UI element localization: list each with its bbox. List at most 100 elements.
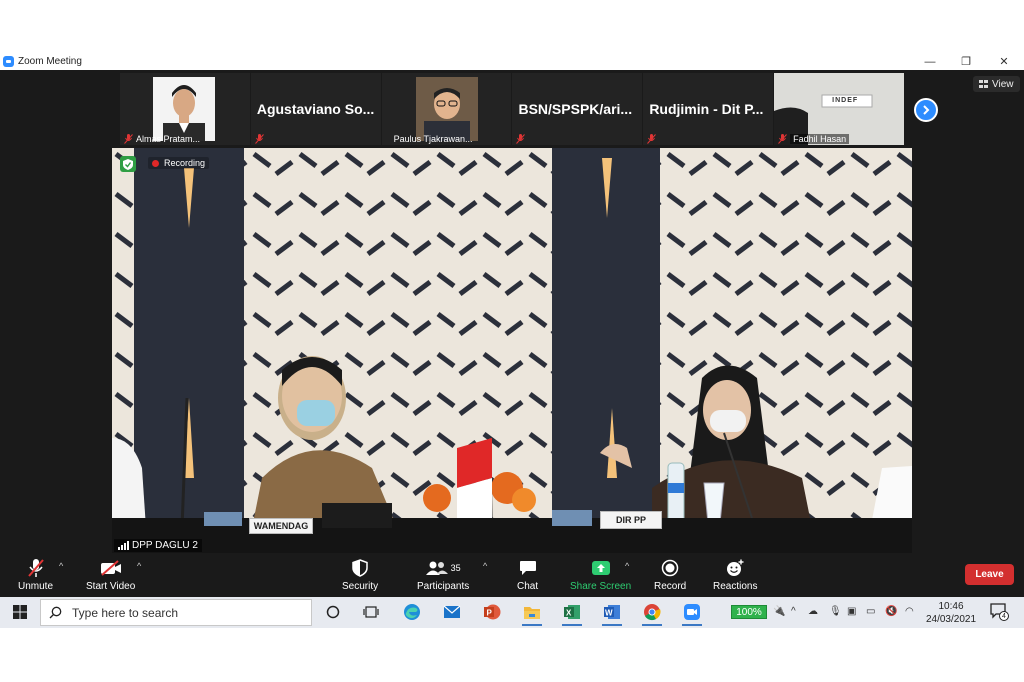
participant-photo [153, 77, 215, 141]
taskbar-clock[interactable]: 10:46 24/03/2021 [920, 600, 982, 626]
taskbar-app-excel[interactable]: X [560, 601, 584, 626]
close-button[interactable]: ✕ [985, 53, 1023, 70]
start-video-button[interactable]: Start Video [86, 557, 135, 592]
participants-options-caret-icon[interactable]: ^ [483, 561, 487, 571]
wall-sign-text: INDEF [832, 97, 859, 104]
start-video-label: Start Video [86, 581, 136, 592]
taskbar-app-edge[interactable] [400, 601, 424, 623]
participant-name-large: BSN/SPSPK/ari... [518, 101, 633, 117]
wifi-icon[interactable]: ◠ [905, 606, 914, 617]
view-label: View [992, 78, 1014, 90]
participant-gallery: Almas Pratam... Agustaviano So... Paulus… [120, 73, 904, 145]
record-dot-icon [152, 159, 159, 167]
security-button[interactable]: Security [342, 557, 378, 592]
name-placard: WAMENDAG [249, 518, 313, 534]
mic-muted-icon [124, 134, 133, 144]
share-screen-button[interactable]: Share Screen [570, 557, 631, 592]
recording-indicator[interactable]: Recording [148, 157, 210, 169]
encryption-shield-icon[interactable] [120, 156, 136, 172]
task-view-icon [363, 606, 379, 618]
zoom-meeting-area: Almas Pratam... Agustaviano So... Paulus… [0, 70, 1024, 597]
mic-muted-icon [254, 134, 264, 144]
participant-name-large: Agustaviano So... [256, 101, 375, 117]
record-label: Record [654, 581, 687, 592]
taskbar-app-powerpoint[interactable]: P [480, 601, 504, 623]
svg-text:W: W [605, 609, 613, 618]
taskbar-app-mail[interactable] [440, 601, 464, 623]
share-options-caret-icon[interactable]: ^ [625, 561, 629, 571]
participants-icon: 35 [425, 557, 461, 579]
zoom-logo-icon [3, 56, 14, 67]
participant-tile[interactable]: Rudjimin - Dit P... [643, 73, 774, 145]
reactions-button[interactable]: Reactions [713, 557, 757, 592]
powerpoint-icon: P [484, 604, 501, 620]
cortana-circle-icon [326, 605, 340, 619]
taskbar-app-chrome[interactable] [640, 601, 664, 626]
taskbar-app-zoom[interactable] [680, 601, 704, 626]
chevron-up-icon[interactable]: ^ [791, 606, 796, 617]
task-view-button[interactable] [359, 601, 383, 623]
window-title: Zoom Meeting [18, 56, 82, 67]
video-options-caret-icon[interactable]: ^ [137, 561, 141, 571]
mic-muted-icon [778, 134, 788, 144]
emoji-plus-icon [725, 557, 745, 579]
volume-muted-icon[interactable]: 🔇 [885, 606, 897, 617]
restore-button[interactable]: ❐ [947, 53, 985, 70]
share-screen-label: Share Screen [570, 581, 632, 592]
video-scene [112, 148, 912, 553]
participant-name: Fadhil Hasan [790, 134, 850, 144]
search-placeholder: Type here to search [72, 605, 179, 620]
camera-icon[interactable]: ▣ [847, 606, 856, 617]
connection-bars-icon [118, 541, 129, 550]
taskbar-app-file-explorer[interactable] [520, 601, 544, 626]
power-plug-icon[interactable]: 🔌 [773, 606, 785, 617]
chat-button[interactable]: Chat [517, 557, 538, 592]
leave-button[interactable]: Leave [965, 564, 1014, 585]
svg-text:X: X [566, 609, 572, 618]
participant-tile[interactable]: Paulus Tjakrawan... [381, 73, 512, 145]
onedrive-cloud-icon[interactable]: ☁ [808, 606, 818, 617]
minimize-button[interactable]: — [911, 53, 949, 70]
battery-icon[interactable]: ▭ [866, 606, 875, 617]
notification-center-button[interactable]: 4 [990, 603, 1009, 621]
participants-count: 35 [450, 563, 461, 573]
unmute-label: Unmute [18, 581, 54, 592]
audio-options-caret-icon[interactable]: ^ [59, 561, 63, 571]
participant-tile[interactable]: Agustaviano So... [250, 73, 381, 145]
record-button[interactable]: Record [654, 557, 686, 592]
participants-button[interactable]: 35 Participants [417, 557, 469, 592]
cortana-button[interactable] [321, 601, 345, 623]
participant-tile[interactable]: INDEF Fadhil Hasan [774, 73, 904, 145]
title-bar: Zoom Meeting — ❐ ✕ [0, 53, 1024, 70]
windows-taskbar: Type here to search P X W 100% 🔌 ^ ☁ 🎙 ▣… [0, 597, 1024, 628]
chevron-right-icon [923, 105, 930, 115]
view-button[interactable]: View [973, 76, 1020, 92]
folder-icon [524, 606, 540, 619]
participant-photo [415, 77, 478, 141]
mic-muted-icon [27, 557, 45, 579]
windows-logo-icon [13, 605, 27, 619]
unmute-button[interactable]: Unmute [18, 557, 53, 592]
mail-icon [443, 605, 461, 618]
participant-namebar [516, 134, 526, 144]
name-placard: DIR PP [600, 511, 662, 529]
microphone-icon[interactable]: 🎙 [829, 606, 842, 617]
next-page-button[interactable] [914, 98, 938, 122]
speaker-name: DPP DAGLU 2 [132, 540, 198, 551]
taskbar-app-word[interactable]: W [600, 601, 624, 626]
participant-tile[interactable]: BSN/SPSPK/ari... [512, 73, 643, 145]
grid-icon [979, 80, 988, 88]
security-label: Security [342, 581, 379, 592]
excel-icon: X [564, 605, 580, 619]
edge-browser-icon [404, 604, 420, 620]
reactions-label: Reactions [713, 581, 758, 592]
clock-time: 10:46 [938, 601, 964, 612]
participant-tile[interactable]: Almas Pratam... [120, 73, 250, 145]
video-off-icon [100, 557, 122, 579]
taskbar-search-box[interactable]: Type here to search [40, 599, 312, 626]
start-button[interactable] [8, 601, 32, 623]
main-speaker-video: Recording WAMENDAG DIR PP DPP DAGLU 2 [112, 148, 912, 553]
word-icon: W [604, 605, 620, 619]
battery-indicator[interactable]: 100% [731, 605, 767, 619]
svg-text:P: P [487, 609, 493, 618]
